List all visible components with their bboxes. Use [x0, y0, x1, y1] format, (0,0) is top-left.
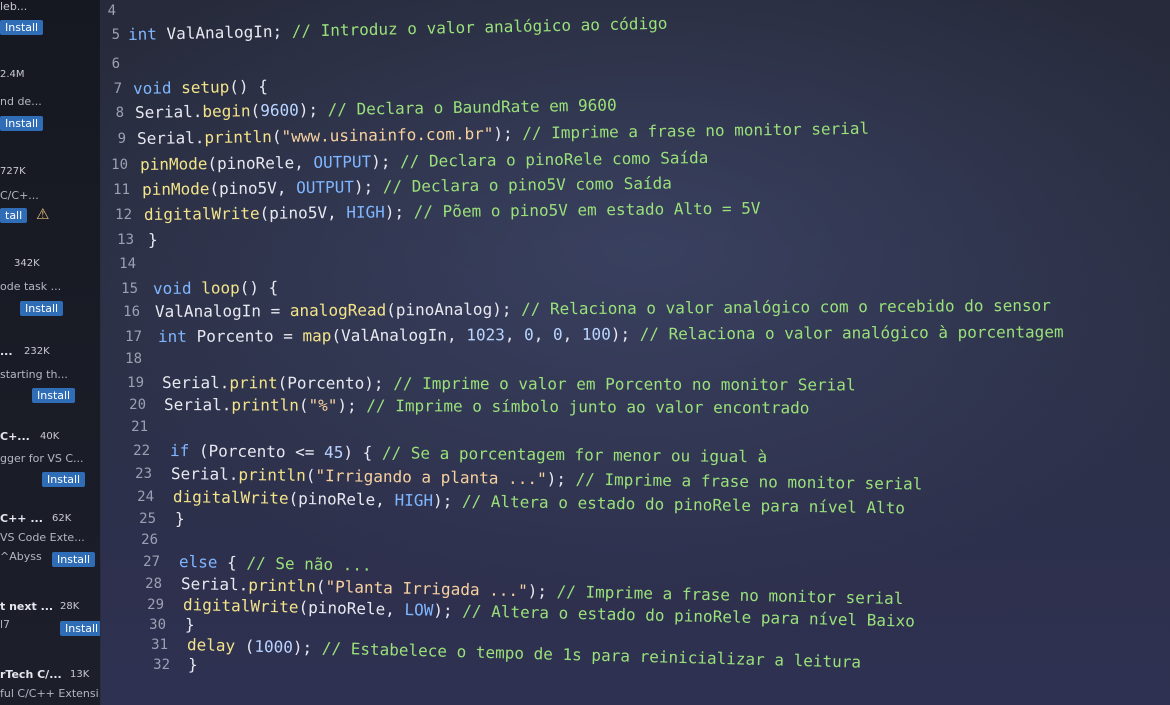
extension-name: ...: [0, 345, 13, 358]
line-number: 14: [119, 256, 136, 272]
line-number: 20: [129, 397, 146, 413]
download-count: 40K: [40, 431, 60, 442]
line-number: 31: [151, 637, 168, 653]
line-number: 6: [111, 56, 120, 72]
extension-name: C+...: [0, 430, 30, 443]
code-line[interactable]: Serial.begin(9600); // Declara o BaundRa…: [135, 95, 617, 122]
extension-name: t next ...: [0, 600, 54, 613]
line-number: 25: [139, 511, 156, 527]
extension-description: ful C/C++ Extensi...: [0, 687, 101, 700]
extension-item[interactable]: ... 232K starting th... Install: [0, 345, 100, 405]
line-number: 12: [115, 207, 132, 223]
extension-name: C++ ...: [0, 512, 43, 525]
install-button[interactable]: Install: [20, 301, 64, 316]
install-button[interactable]: Install: [0, 116, 44, 131]
line-number: 26: [141, 532, 158, 548]
extension-description: starting th...: [0, 368, 68, 381]
code-line[interactable]: Serial.println("%"); // Imprime o símbol…: [164, 395, 810, 417]
extension-item[interactable]: 727K C/C+... tall ⚠: [0, 165, 100, 225]
code-editor[interactable]: 4 5 6 7 8 9 10 11 12 13 14 15 16 17 18 19 20 21 22 23 24 25 26…: [100, 0, 1170, 705]
code-line[interactable]: else { // Se não ...: [179, 552, 372, 575]
line-number: 27: [143, 554, 160, 570]
line-number: 21: [131, 419, 148, 435]
code-line[interactable]: int Porcento = map(ValAnalogIn, 1023, 0,…: [158, 322, 1064, 346]
code-line[interactable]: delay (1000); // Estabelece o tempo de 1…: [187, 635, 862, 672]
code-line[interactable]: Serial.println("www.usinainfo.com.br"); …: [137, 119, 869, 148]
line-number: 13: [117, 232, 134, 248]
extension-name: leb...: [0, 0, 28, 13]
download-count: 28K: [60, 601, 80, 612]
extensions-sidebar: leb... Install 2.4M nd de... Install 727…: [0, 0, 101, 705]
download-count: 232K: [24, 346, 50, 357]
install-button[interactable]: Install: [0, 20, 44, 35]
code-line[interactable]: digitalWrite(pino5V, HIGH); // Põem o pi…: [144, 199, 761, 224]
download-count: 62K: [52, 513, 72, 524]
code-line[interactable]: if (Porcento <= 45) { // Se a porcentage…: [170, 441, 767, 466]
code-line[interactable]: pinMode(pino5V, OUTPUT); // Declara o pi…: [142, 174, 672, 199]
extension-item[interactable]: C++ ... 62K VS Code Exte... ^Abyss Insta…: [0, 512, 100, 572]
extension-publisher: ^Abyss: [0, 550, 42, 563]
download-count: 13K: [70, 669, 90, 680]
code-line[interactable]: pinMode(pinoRele, OUTPUT); // Declara o …: [140, 148, 709, 174]
code-line[interactable]: }: [175, 509, 185, 528]
code-line[interactable]: void loop() {: [153, 278, 278, 298]
extension-item[interactable]: 342K ode task ... Install: [0, 257, 100, 317]
line-number: 11: [113, 182, 130, 198]
install-button[interactable]: Install: [60, 621, 100, 636]
extension-description: ode task ...: [0, 280, 62, 293]
extension-name: rTech C/...: [0, 668, 62, 681]
download-count: 727K: [0, 166, 26, 177]
line-number: 28: [145, 576, 162, 592]
extension-item[interactable]: C+... 40K gger for VS C... Install: [0, 430, 100, 490]
line-number: 19: [127, 375, 144, 391]
line-number: 15: [121, 281, 138, 297]
line-number: 17: [125, 329, 142, 345]
extension-description: nd de...: [0, 95, 42, 108]
extension-item[interactable]: t next ... 28K l7 Install: [0, 600, 100, 660]
warning-icon: ⚠: [36, 205, 50, 223]
code-line[interactable]: }: [148, 230, 158, 249]
install-button[interactable]: Install: [42, 472, 86, 487]
line-number: 22: [133, 443, 150, 459]
line-number: 32: [153, 657, 170, 673]
line-number: 24: [137, 489, 154, 505]
line-number: 5: [111, 27, 120, 43]
line-number: 18: [125, 351, 142, 367]
extension-description: gger for VS C...: [0, 452, 84, 465]
line-number: 29: [147, 597, 164, 613]
extension-item[interactable]: 2.4M nd de... Install: [0, 68, 100, 131]
line-number: 9: [117, 131, 126, 147]
install-button[interactable]: tall: [0, 208, 28, 223]
code-line[interactable]: }: [188, 655, 198, 674]
download-count: 342K: [14, 258, 40, 269]
extension-description: C/C+...: [0, 189, 39, 202]
install-button[interactable]: Install: [32, 388, 76, 403]
install-button[interactable]: Install: [52, 552, 96, 567]
extension-item[interactable]: rTech C/... 13K ful C/C++ Extensi...: [0, 668, 100, 705]
line-number: 16: [123, 304, 140, 320]
code-line[interactable]: Serial.print(Porcento); // Imprime o val…: [162, 373, 856, 394]
extension-description: l7: [0, 618, 11, 631]
extension-description: VS Code Exte...: [0, 531, 85, 544]
code-line[interactable]: void setup() {: [133, 77, 268, 98]
line-number: 23: [135, 466, 152, 482]
line-number: 8: [115, 105, 124, 121]
extension-item[interactable]: leb... Install: [0, 0, 100, 60]
line-number: 30: [149, 617, 166, 633]
code-line[interactable]: int ValAnalogIn; // Introduz o valor ana…: [128, 14, 668, 44]
line-number: 7: [113, 81, 122, 97]
code-line[interactable]: }: [185, 615, 195, 634]
line-number: 4: [107, 3, 116, 19]
line-number: 10: [111, 157, 128, 173]
code-line[interactable]: ValAnalogIn = analogRead(pinoAnalog); //…: [155, 296, 1051, 321]
download-count: 2.4M: [0, 69, 25, 80]
